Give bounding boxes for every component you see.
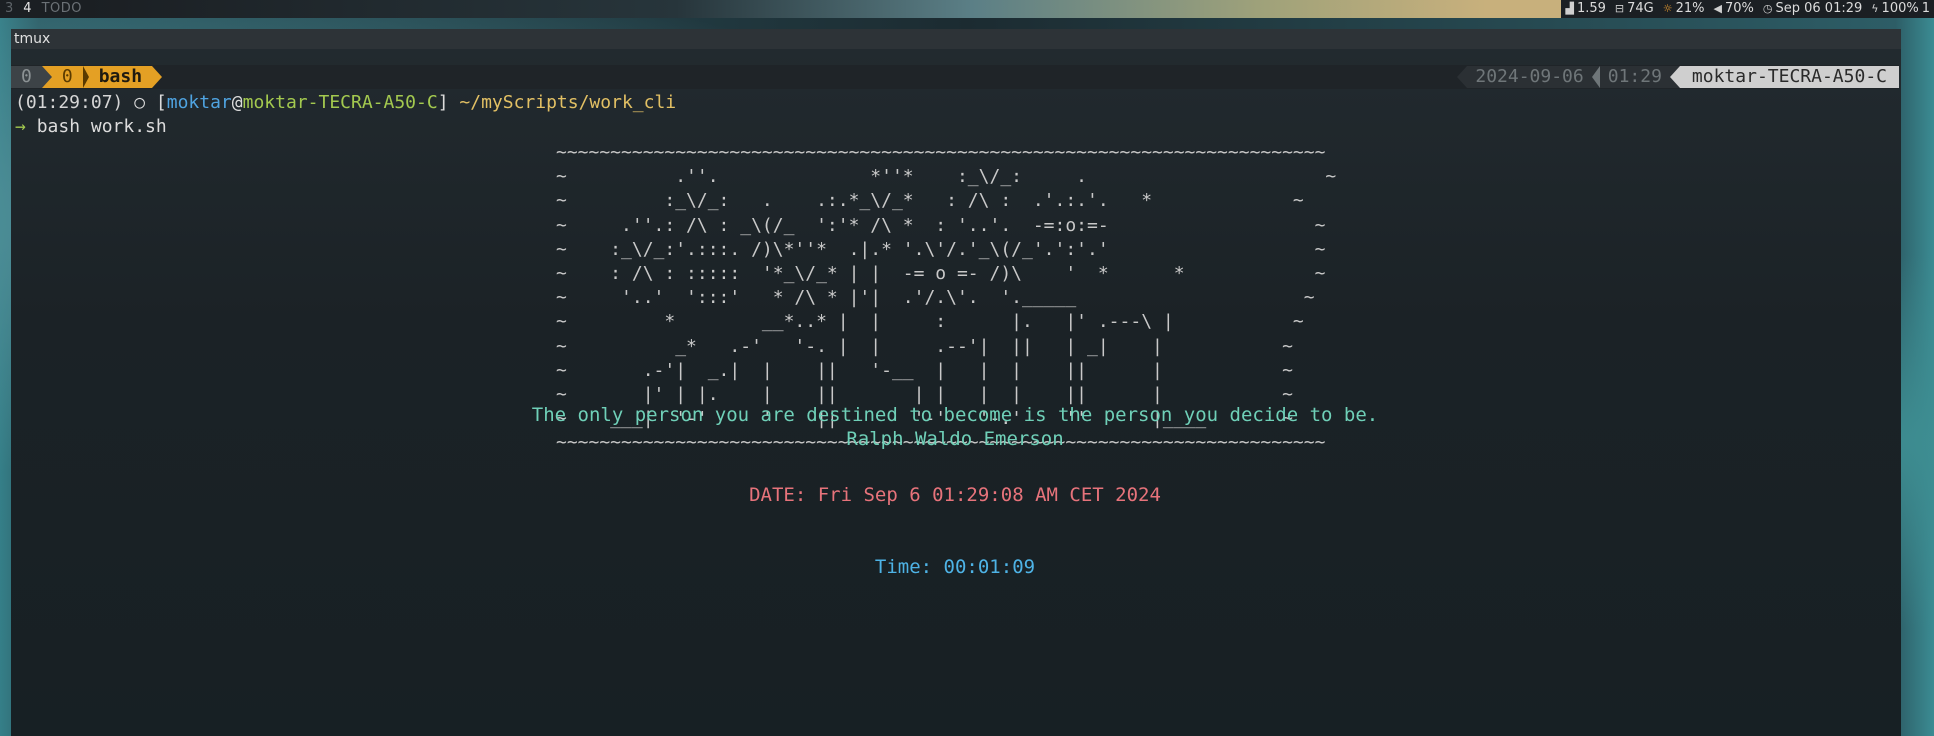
- battery-value: 100%: [1881, 1, 1919, 16]
- brightness-indicator: ☼ 21%: [1663, 0, 1705, 18]
- quote-text: The only person you are destined to beco…: [531, 404, 1379, 426]
- battery-indicator: ϟ 100% 1: [1871, 0, 1930, 18]
- disk-icon: ⊟: [1614, 2, 1625, 15]
- top-status-bar: 3 4 TODO ▟ 1.59 ⊟ 74G ☼ 21% ◀ 70% ◷ Sep 06 01…: [0, 0, 1934, 18]
- prompt-path: ~/myScripts/work_cli: [459, 92, 677, 113]
- battery-extra: 1: [1921, 1, 1930, 16]
- prompt-at: @: [231, 92, 243, 113]
- tmux-hostname: moktar-TECRA-A50-C: [1679, 66, 1899, 88]
- disk-indicator: ⊟ 74G: [1615, 0, 1654, 18]
- prompt-close-bracket: ]: [437, 92, 449, 113]
- prompt-arrow-icon: →: [15, 116, 26, 137]
- tmux-separator-icon: [41, 66, 52, 88]
- terminal-area[interactable]: 0 0 bash 2024-09-06 01:29 moktar-TECRA-A…: [11, 49, 1901, 736]
- clock-indicator: ◷ Sep 06 01:29: [1763, 0, 1862, 18]
- prompt-host: moktar-TECRA-A50-C: [242, 92, 438, 113]
- window-title: tmux: [11, 29, 1901, 50]
- tmux-session: 0: [11, 66, 42, 88]
- speaker-icon: ◀: [1713, 2, 1722, 15]
- workspace-todo[interactable]: TODO: [37, 0, 87, 18]
- prompt-line: (01:29:07) ○ [moktar@moktar-TECRA-A50-C]…: [15, 91, 676, 115]
- tmux-status-line: 0 0 bash 2024-09-06 01:29 moktar-TECRA-A…: [11, 65, 1899, 89]
- system-status: ▟ 1.59 ⊟ 74G ☼ 21% ◀ 70% ◷ Sep 06 01:29 ϟ 100%…: [1561, 0, 1934, 18]
- command-text: bash work.sh: [36, 116, 167, 137]
- volume-indicator: ◀ 70%: [1714, 0, 1754, 18]
- workspace-3[interactable]: 3: [0, 0, 18, 18]
- disk-value: 74G: [1627, 1, 1654, 16]
- prompt-symbol: ○: [134, 92, 146, 113]
- date-line: DATE: Fri Sep 6 01:29:08 AM CET 2024: [749, 484, 1161, 506]
- volume-value: 70%: [1724, 1, 1754, 16]
- terminal-window[interactable]: tmux 0 0 bash 2024-09-06 01:29 moktar-TE…: [11, 29, 1901, 736]
- clock-value: Sep 06 01:29: [1775, 1, 1863, 16]
- lightning-icon: ϟ: [1871, 2, 1879, 15]
- brightness-value: 21%: [1675, 1, 1705, 16]
- sun-icon: ☼: [1662, 2, 1673, 15]
- command-line: → bash work.sh: [15, 115, 167, 139]
- tmux-window-index[interactable]: 0: [51, 66, 83, 88]
- clock-icon: ◷: [1762, 2, 1773, 15]
- tmux-right-status: 2024-09-06 01:29 moktar-TECRA-A50-C: [1457, 66, 1899, 88]
- quote-block: The only person you are destined to beco…: [11, 403, 1899, 451]
- tmux-separator-icon: [1669, 66, 1680, 88]
- tmux-window-name[interactable]: bash: [88, 66, 153, 88]
- tmux-time: 01:29: [1599, 66, 1670, 88]
- tmux-date: 2024-09-06: [1467, 66, 1592, 88]
- workspace-4[interactable]: 4: [18, 0, 36, 18]
- prompt-open-bracket: [: [155, 92, 167, 113]
- load-value: 1.59: [1576, 1, 1606, 16]
- tmux-separator-icon: [1457, 66, 1468, 88]
- topbar-spacer: [86, 0, 1562, 18]
- tmux-separator-icon: [1591, 66, 1600, 88]
- quote-author: Ralph Waldo Emerson: [846, 428, 1064, 450]
- prompt-time: (01:29:07): [15, 92, 124, 113]
- tmux-separator-icon: [152, 66, 163, 88]
- prompt-user: moktar: [166, 92, 232, 113]
- elapsed-time-line: Time: 00:01:09: [874, 556, 1036, 578]
- chart-icon: ▟: [1565, 2, 1574, 15]
- load-indicator: ▟ 1.59: [1565, 0, 1605, 18]
